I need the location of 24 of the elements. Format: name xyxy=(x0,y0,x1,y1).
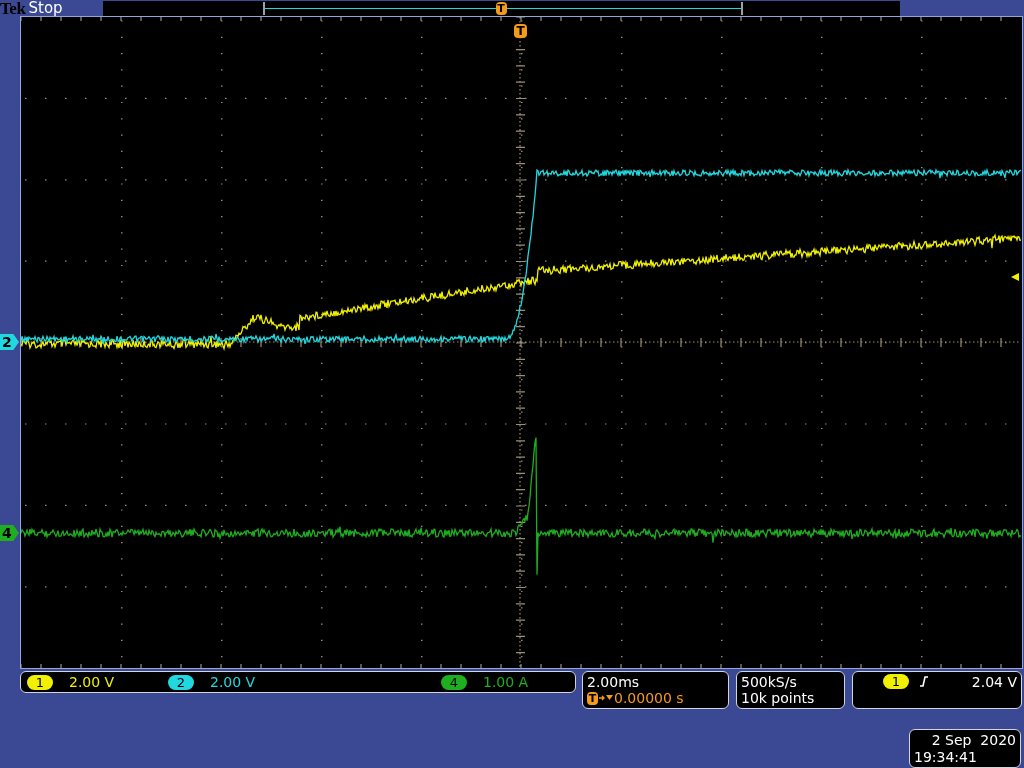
trigger-level-icon xyxy=(1011,273,1019,281)
acquisition-state: Stop xyxy=(28,0,63,16)
record-length: 10k points xyxy=(741,690,816,706)
trigger-position-marker: T xyxy=(514,24,527,38)
channel-scale: 2.00 V xyxy=(210,674,256,690)
rising-edge-icon xyxy=(919,676,929,687)
channel-badge: 4 xyxy=(441,674,467,690)
channel-badge: 1 xyxy=(27,674,53,690)
channel-badge: 2 xyxy=(168,674,194,690)
date: 2 Sep 2020 xyxy=(931,731,1016,749)
channel-scale: 1.00 A xyxy=(483,674,529,690)
trigger-icon: T xyxy=(587,691,598,705)
trigger-delay: 0.00000 s xyxy=(614,690,684,706)
brand-logo: Tek xyxy=(0,0,26,17)
channel-badge: 1 xyxy=(883,674,909,689)
trigger-level: 2.04 V xyxy=(971,674,1017,690)
time: 19:34:41 xyxy=(914,748,977,766)
channel-marker: 4 xyxy=(0,525,19,541)
channel-marker: 2 xyxy=(0,334,19,350)
trigger-marker: T xyxy=(495,1,507,15)
arrow-icon xyxy=(598,693,614,703)
channel-scale: 2.00 V xyxy=(69,674,115,690)
sample-rate: 500kS/s xyxy=(741,674,798,690)
time-per-division: 2.00ms xyxy=(587,674,641,690)
